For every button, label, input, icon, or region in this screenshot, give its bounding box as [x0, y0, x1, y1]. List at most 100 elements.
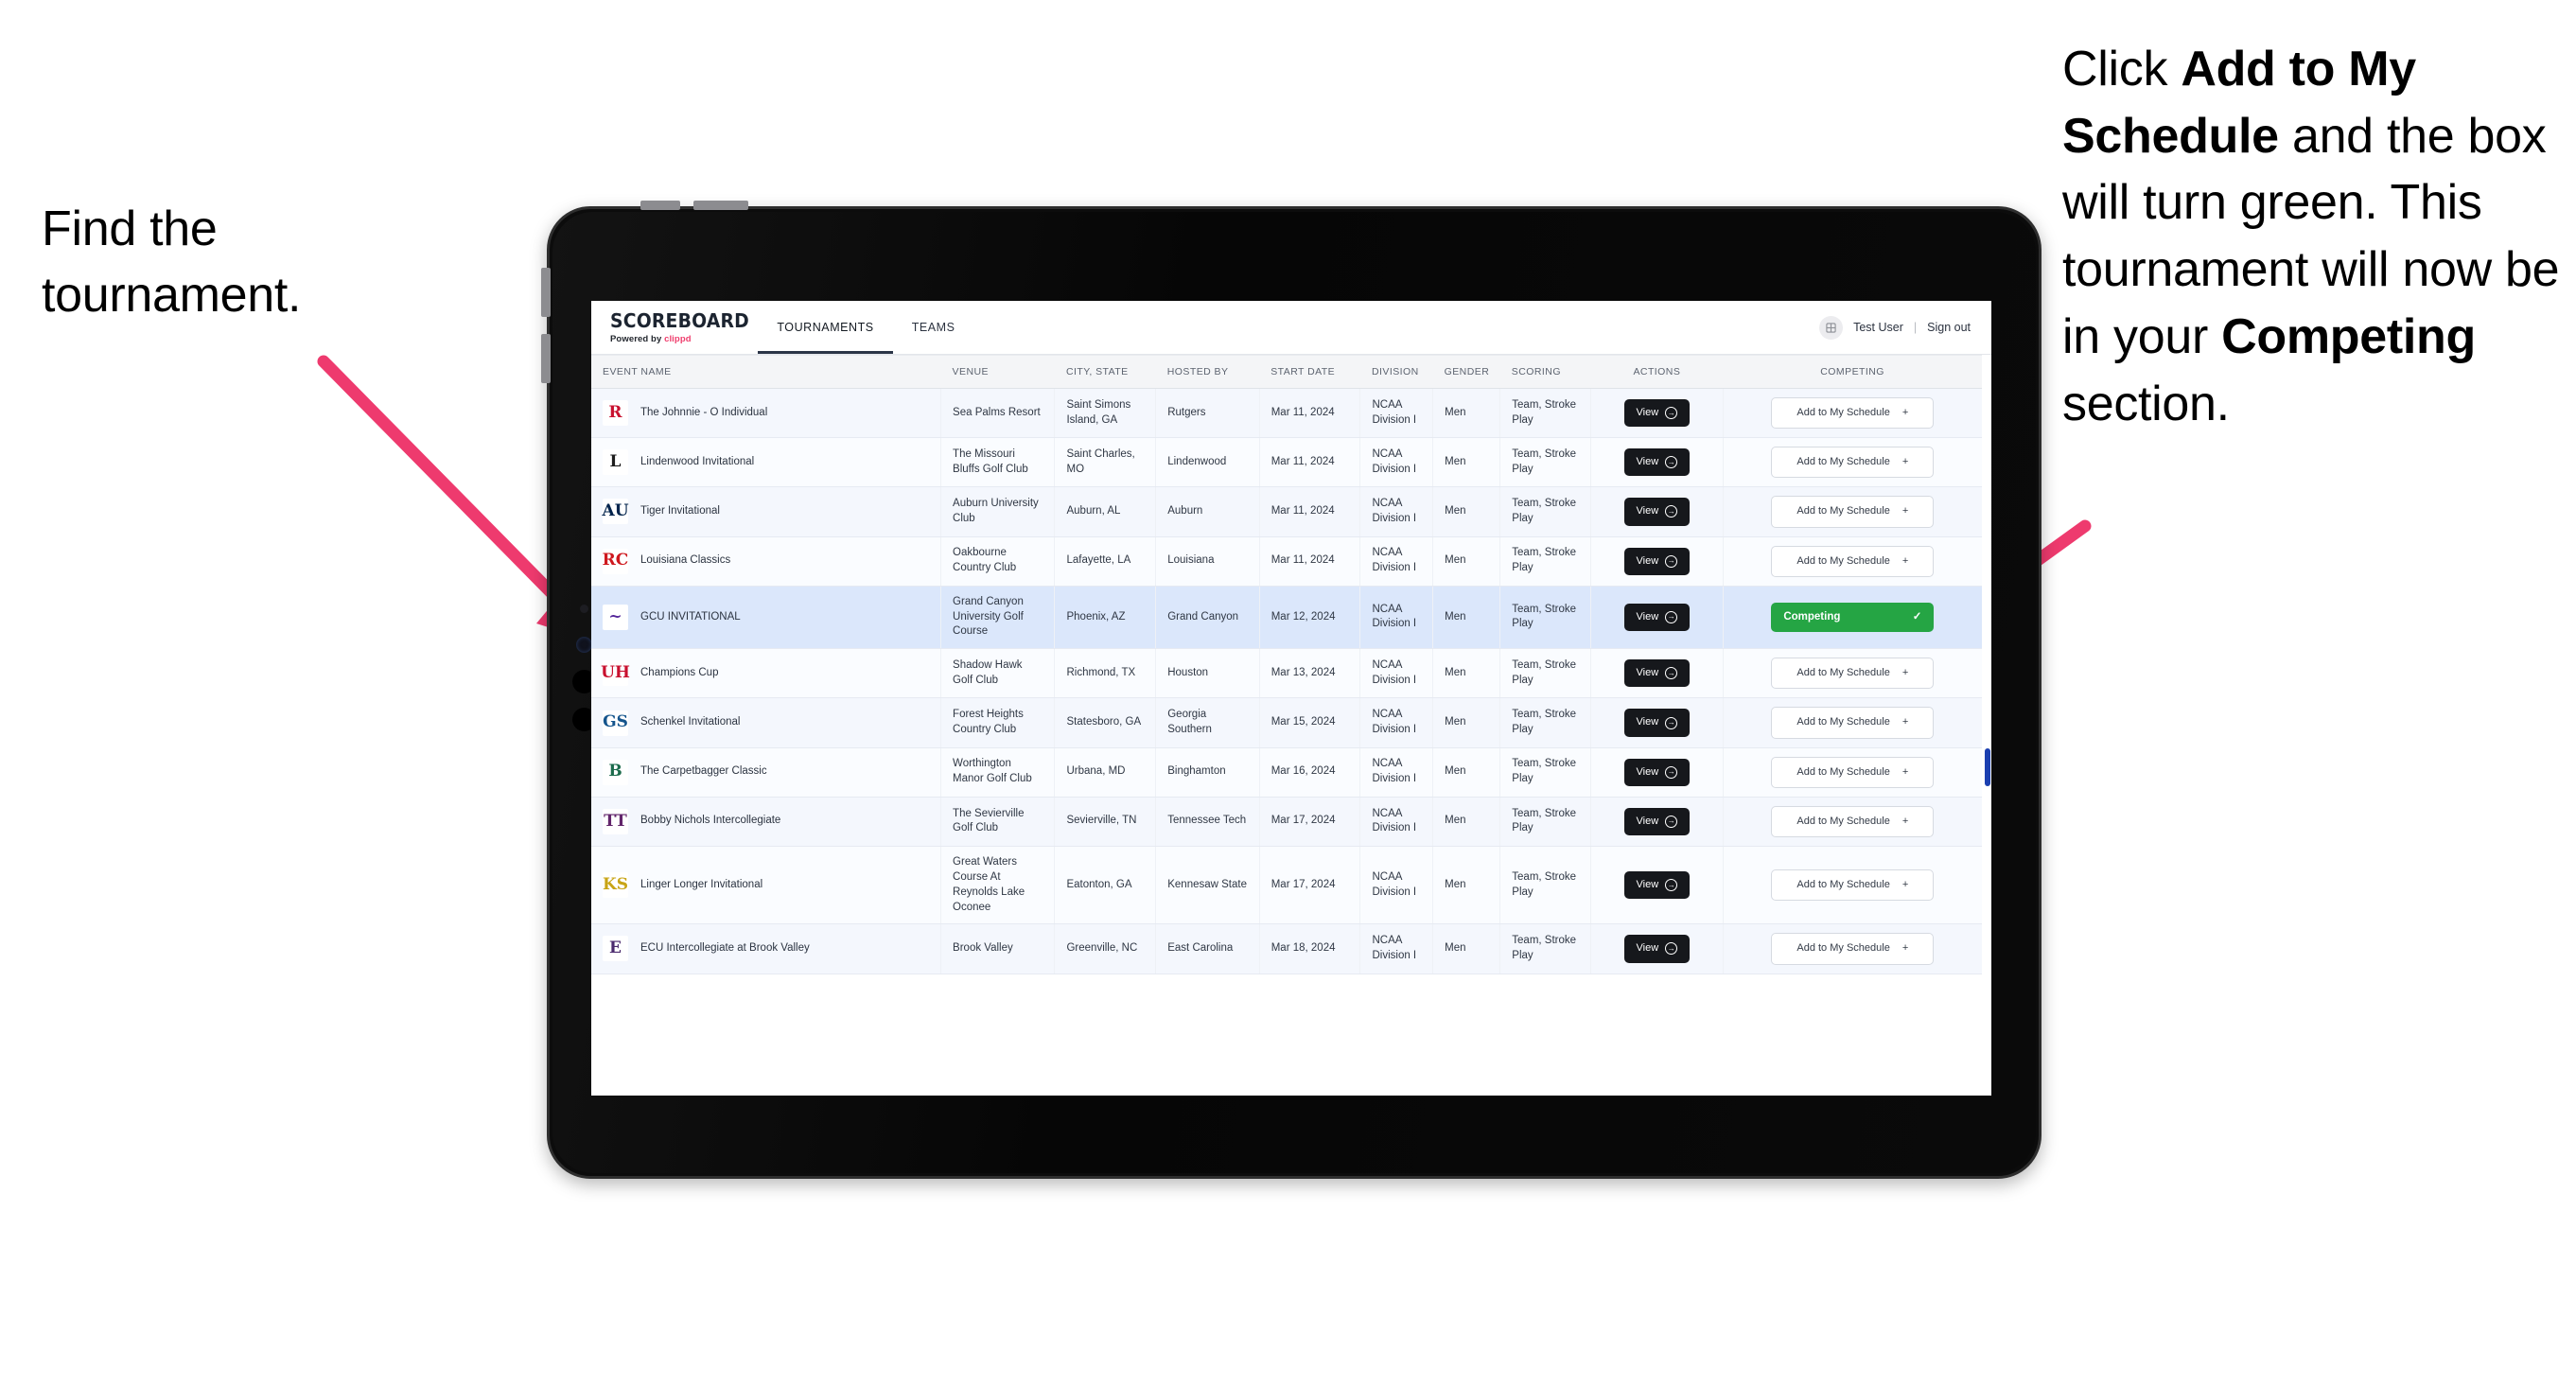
view-button[interactable]: View → [1623, 399, 1691, 428]
cell-hosted-by: Binghamton [1155, 747, 1260, 798]
table-row[interactable]: TT Bobby Nichols Intercollegiate The Sevie… [591, 797, 1982, 847]
add-to-my-schedule-button[interactable]: Add to My Schedule + [1771, 447, 1935, 479]
team-logo-icon: KS [603, 872, 628, 899]
cell-event-name: ~ GCU INVITATIONAL [591, 586, 942, 650]
table-row[interactable]: E ECU Intercollegiate at Brook Valley Broo… [591, 923, 1982, 974]
cell-event-name: KS Linger Longer Invitational [591, 846, 942, 925]
view-button-label: View [1636, 942, 1659, 955]
col-city-state[interactable]: CITY, STATE [1054, 355, 1156, 389]
volume-up-button[interactable] [640, 201, 680, 210]
table-row[interactable]: B The Carpetbagger Classic Worthington Man… [591, 747, 1982, 798]
view-button[interactable]: View → [1623, 935, 1691, 963]
table-row[interactable]: R The Johnnie - O Individual Sea Palms Res… [591, 388, 1982, 439]
col-scoring[interactable]: SCORING [1499, 355, 1591, 389]
col-hosted-by[interactable]: HOSTED BY [1155, 355, 1260, 389]
event-cell: UH Champions Cup [601, 660, 929, 687]
view-button[interactable]: View → [1623, 807, 1691, 835]
table-row[interactable]: GS Schenkel Invitational Forest Heights Co… [591, 697, 1982, 748]
cell-venue: Brook Valley [940, 923, 1056, 974]
cell-actions: View → [1590, 747, 1724, 798]
view-button[interactable]: View → [1623, 758, 1691, 786]
table-row[interactable]: ~ GCU INVITATIONAL Grand Canyon University… [591, 586, 1982, 650]
competing-button[interactable]: Competing ✓ [1771, 602, 1935, 633]
cell-actions: View → [1590, 437, 1724, 488]
add-to-my-schedule-button[interactable]: Add to My Schedule + [1771, 869, 1935, 902]
annotation-right-text: Click Add to My Schedule and the box wil… [2062, 42, 2560, 431]
cell-city-state: Lafayette, LA [1054, 536, 1157, 587]
add-to-my-schedule-label: Add to My Schedule [1796, 554, 1890, 567]
view-button[interactable]: View → [1623, 659, 1691, 688]
tab-tournaments[interactable]: TOURNAMENTS [758, 301, 894, 354]
add-to-my-schedule-label: Add to My Schedule [1796, 879, 1890, 891]
view-button[interactable]: View → [1623, 448, 1691, 477]
add-to-my-schedule-button[interactable]: Add to My Schedule + [1771, 496, 1935, 528]
col-event-name[interactable]: EVENT NAME [591, 355, 941, 389]
col-gender[interactable]: GENDER [1432, 355, 1500, 389]
cell-gender: Men [1432, 648, 1501, 699]
table-row[interactable]: AU Tiger Invitational Auburn University Cl… [591, 486, 1982, 537]
cell-venue: Grand Canyon University Golf Course [940, 586, 1056, 650]
cell-division: NCAA Division I [1359, 648, 1434, 699]
event-cell: GS Schenkel Invitational [603, 710, 929, 736]
tab-teams[interactable]: TEAMS [893, 301, 974, 354]
cell-hosted-by: Auburn [1155, 486, 1260, 537]
cell-hosted-by: Kennesaw State [1155, 846, 1260, 925]
brand-logo: SCOREBOARD Powered by clippd [591, 301, 758, 354]
cell-division: NCAA Division I [1359, 536, 1434, 587]
view-button[interactable]: View → [1623, 709, 1691, 737]
add-to-my-schedule-button[interactable]: Add to My Schedule + [1771, 397, 1935, 430]
user-name[interactable]: Test User [1853, 321, 1903, 334]
cell-event-name: B The Carpetbagger Classic [591, 747, 942, 798]
add-to-my-schedule-button[interactable]: Add to My Schedule + [1771, 707, 1935, 739]
view-button[interactable]: View → [1623, 603, 1691, 632]
col-start-date[interactable]: START DATE [1259, 355, 1360, 389]
add-to-my-schedule-label: Add to My Schedule [1796, 667, 1890, 679]
arrow-right-circle-icon: → [1665, 456, 1678, 469]
cell-gender: Men [1432, 846, 1501, 925]
col-competing[interactable]: COMPETING [1723, 355, 1982, 389]
event-cell: E ECU Intercollegiate at Brook Valley [603, 936, 929, 962]
add-to-my-schedule-button[interactable]: Add to My Schedule + [1771, 933, 1935, 965]
view-button[interactable]: View → [1623, 547, 1691, 575]
event-name-label: ECU Intercollegiate at Brook Valley [640, 942, 810, 955]
cell-venue: Great Waters Course At Reynolds Lake Oco… [940, 846, 1056, 925]
table-row[interactable]: UH Champions Cup Shadow Hawk Golf Club Rich… [591, 648, 1982, 699]
event-name-label: Lindenwood Invitational [640, 455, 755, 467]
add-to-my-schedule-button[interactable]: Add to My Schedule + [1771, 805, 1935, 837]
add-to-my-schedule-button[interactable]: Add to My Schedule + [1771, 545, 1935, 577]
tournaments-table-scroll[interactable]: EVENT NAME VENUE CITY, STATE HOSTED BY S… [591, 355, 1991, 1096]
cell-division: NCAA Division I [1359, 586, 1434, 650]
table-row[interactable]: KS Linger Longer Invitational Great Waters… [591, 846, 1982, 925]
team-logo-icon: UH [601, 660, 630, 687]
brand-clippd: clippd [664, 333, 692, 344]
cell-venue: Sea Palms Resort [940, 388, 1056, 439]
add-to-my-schedule-button[interactable]: Add to My Schedule + [1771, 756, 1935, 788]
annotation-add-to-schedule: Click Add to My Schedule and the box wil… [2062, 36, 2573, 437]
col-division[interactable]: DIVISION [1359, 355, 1433, 389]
cell-hosted-by: Tennessee Tech [1155, 797, 1260, 847]
side-button-lower[interactable] [541, 334, 551, 383]
cell-gender: Men [1432, 797, 1501, 847]
cell-actions: View → [1590, 388, 1724, 439]
vertical-scrollbar-thumb[interactable] [1985, 748, 1990, 786]
table-row[interactable]: L Lindenwood Invitational The Missouri Blu… [591, 437, 1982, 488]
side-button-upper[interactable] [541, 268, 551, 317]
brand-title: SCOREBOARD [610, 308, 749, 332]
sign-out-link[interactable]: Sign out [1927, 321, 1971, 334]
col-actions[interactable]: ACTIONS [1590, 355, 1724, 389]
cell-division: NCAA Division I [1359, 747, 1434, 798]
view-button[interactable]: View → [1623, 498, 1691, 526]
view-button-label: View [1636, 716, 1659, 728]
cell-scoring: Team, Stroke Play [1499, 846, 1592, 925]
add-to-my-schedule-button[interactable]: Add to My Schedule + [1771, 658, 1935, 690]
view-button-label: View [1636, 610, 1659, 623]
col-venue[interactable]: VENUE [940, 355, 1055, 389]
volume-down-button[interactable] [693, 201, 748, 210]
view-button[interactable]: View → [1623, 871, 1691, 900]
cell-scoring: Team, Stroke Play [1499, 437, 1592, 488]
user-grid-icon[interactable] [1819, 315, 1844, 340]
cell-actions: View → [1590, 846, 1724, 925]
cell-scoring: Team, Stroke Play [1499, 923, 1592, 974]
table-row[interactable]: RC Louisiana Classics Oakbourne Country Cl… [591, 536, 1982, 587]
plus-icon: + [1901, 879, 1909, 891]
